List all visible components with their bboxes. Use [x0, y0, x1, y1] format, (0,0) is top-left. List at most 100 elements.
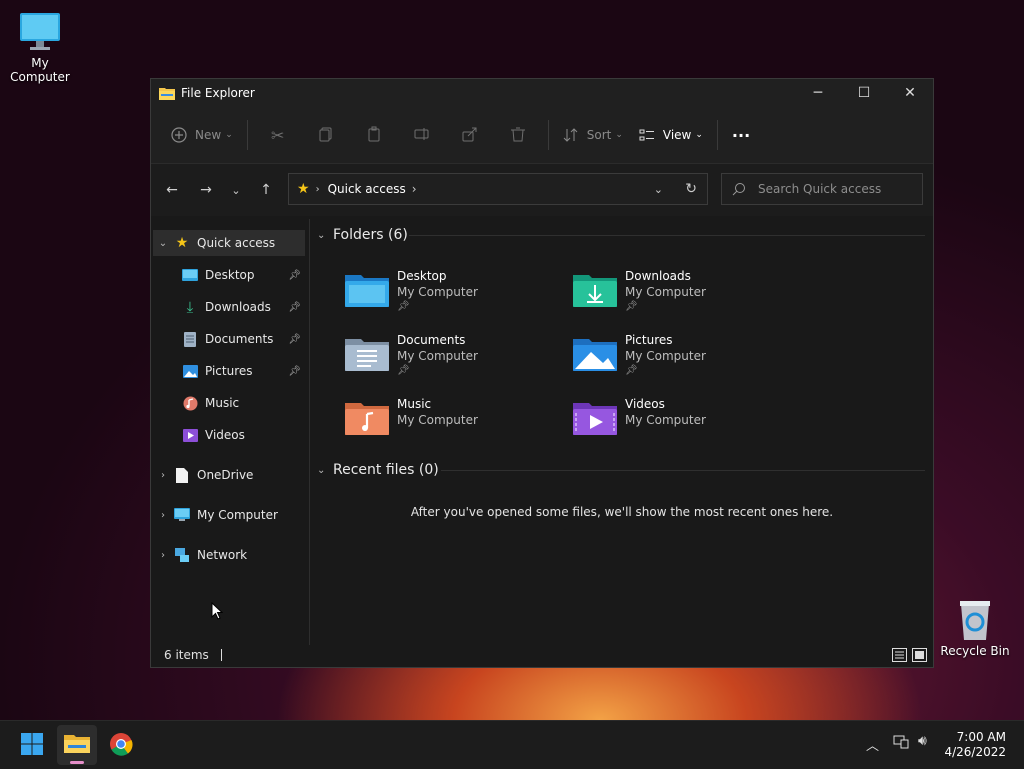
folder-name: Videos	[625, 397, 665, 411]
sidebar-item-label: Network	[197, 548, 248, 562]
desktop-icon-recycle-bin[interactable]: Recycle Bin	[935, 598, 1015, 658]
chevron-down-icon[interactable]: ⌄	[153, 238, 173, 249]
clock-time: 7:00 AM	[956, 730, 1006, 744]
chevron-right-icon[interactable]: ›	[153, 550, 173, 561]
taskbar-chrome[interactable]	[101, 725, 141, 765]
monitor-icon	[18, 10, 62, 54]
desktop-icon-label: My Computer	[10, 56, 70, 84]
chevron-right-icon[interactable]: ›	[153, 510, 173, 521]
paste-button[interactable]	[358, 119, 390, 151]
delete-button[interactable]	[502, 119, 534, 151]
folders-header-label: Folders (6)	[333, 227, 408, 243]
desktop-icon-my-computer[interactable]: My Computer	[0, 10, 80, 84]
breadcrumb-quick-access[interactable]: Quick access	[328, 182, 406, 196]
sidebar-item-network[interactable]: › Network	[153, 542, 305, 568]
minimize-button[interactable]: ─	[795, 79, 841, 107]
sidebar-item-videos[interactable]: Videos	[153, 422, 305, 448]
chevron-down-icon: ⌄	[317, 464, 326, 476]
sidebar-item-pictures[interactable]: Pictures 📌︎	[153, 358, 305, 384]
clipboard-icon	[366, 126, 382, 145]
recent-locations-button[interactable]: ⌄	[221, 175, 251, 205]
sidebar-item-desktop[interactable]: Desktop 📌︎	[153, 262, 305, 288]
sidebar-item-label: Pictures	[205, 364, 253, 378]
search-icon	[732, 182, 746, 196]
details-view-icon[interactable]	[892, 648, 907, 665]
network-status-icon[interactable]	[893, 735, 909, 752]
rename-button[interactable]	[406, 119, 438, 151]
clock-date: 4/26/2022	[944, 745, 1006, 759]
sidebar-item-onedrive[interactable]: › OneDrive	[153, 462, 305, 488]
pin-icon[interactable]: 📌︎	[288, 270, 301, 281]
view-list-icon	[639, 127, 655, 143]
view-button[interactable]: View ⌄	[631, 119, 711, 151]
chevron-right-icon[interactable]: ›	[153, 470, 173, 481]
folder-icon	[64, 733, 90, 758]
folder-tile-videos[interactable]: Videos My Computer	[543, 395, 753, 455]
copy-button[interactable]	[310, 119, 342, 151]
music-icon	[181, 394, 199, 412]
toolbar-divider	[246, 120, 248, 150]
share-button[interactable]	[454, 119, 486, 151]
search-box[interactable]: Search Quick access	[721, 173, 923, 205]
sidebar-item-music[interactable]: Music	[153, 390, 305, 416]
new-button[interactable]: New ⌄	[163, 119, 241, 151]
star-icon: ★	[297, 181, 310, 197]
sidebar-item-downloads[interactable]: ⤓ Downloads 📌︎	[153, 294, 305, 320]
pin-icon[interactable]: 📌︎	[288, 366, 301, 377]
folder-location: My Computer	[397, 349, 478, 363]
scissors-icon: ✂	[271, 125, 285, 145]
folder-tile-pictures[interactable]: Pictures My Computer 📌︎	[543, 331, 753, 391]
maximize-button[interactable]: ☐	[841, 79, 887, 107]
sidebar-item-label: Documents	[205, 332, 274, 346]
title-bar[interactable]: File Explorer ─ ☐ ✕	[151, 79, 933, 107]
up-button[interactable]: ↑	[251, 175, 281, 205]
desktop-icon	[181, 266, 199, 284]
tiles-view-icon[interactable]	[912, 648, 927, 665]
more-options-button[interactable]: ···	[724, 119, 758, 151]
window-title: File Explorer	[181, 86, 255, 100]
folder-tile-music[interactable]: Music My Computer	[315, 395, 525, 455]
chevron-down-icon: ⌄	[225, 130, 233, 140]
recycle-bin-icon	[953, 598, 997, 642]
network-icon	[173, 546, 191, 564]
taskbar-clock[interactable]: 7:00 AM 4/26/2022	[944, 730, 1006, 760]
folders-section-header[interactable]: ⌄ Folders (6)	[317, 223, 408, 247]
folder-tile-documents[interactable]: Documents My Computer 📌︎	[315, 331, 525, 391]
refresh-icon[interactable]: ↻	[685, 181, 697, 197]
pane-splitter[interactable]	[309, 219, 310, 645]
volume-icon[interactable]: 🔊︎	[918, 733, 927, 749]
folder-location: My Computer	[397, 413, 478, 427]
arrow-up-icon: ↑	[260, 182, 272, 198]
folder-tile-desktop[interactable]: Desktop My Computer 📌︎	[315, 267, 525, 327]
taskbar-file-explorer[interactable]	[57, 725, 97, 765]
folder-tile-downloads[interactable]: Downloads My Computer 📌︎	[543, 267, 753, 327]
forward-button[interactable]: →	[191, 175, 221, 205]
pin-icon[interactable]: 📌︎	[288, 334, 301, 345]
pin-icon: 📌︎	[625, 301, 638, 312]
arrow-left-icon: ←	[166, 182, 178, 198]
arrow-right-icon: →	[200, 182, 212, 198]
sidebar-item-my-computer[interactable]: › My Computer	[153, 502, 305, 528]
pin-icon[interactable]: 📌︎	[288, 302, 301, 313]
address-dropdown-button[interactable]: ⌄	[654, 183, 663, 196]
picture-icon	[181, 362, 199, 380]
close-button[interactable]: ✕	[887, 79, 933, 107]
section-divider	[441, 470, 925, 471]
start-button[interactable]	[12, 725, 52, 765]
show-hidden-icons-chevron-icon[interactable]: ︿	[866, 735, 879, 754]
item-count: 6 items	[164, 648, 209, 662]
back-button[interactable]: ←	[157, 175, 187, 205]
sidebar-item-quick-access[interactable]: ⌄ ★ Quick access	[153, 230, 305, 256]
chevron-down-icon: ⌄	[231, 183, 241, 197]
view-button-label: View	[662, 128, 692, 142]
chevron-down-icon: ⌄	[615, 130, 623, 140]
cut-button[interactable]: ✂	[262, 119, 294, 151]
sidebar-item-documents[interactable]: Documents 📌︎	[153, 326, 305, 352]
address-bar[interactable]: ★ › Quick access › ⌄ ↻	[288, 173, 708, 205]
trash-icon	[510, 126, 526, 145]
taskbar: ︿ 🔊︎ 7:00 AM 4/26/2022	[0, 720, 1024, 769]
sort-button[interactable]: Sort ⌄	[555, 119, 631, 151]
recent-files-section-header[interactable]: ⌄ Recent files (0)	[317, 458, 439, 482]
pin-icon: 📌︎	[397, 365, 410, 376]
recent-files-empty-message: After you've opened some files, we'll sh…	[410, 505, 834, 519]
